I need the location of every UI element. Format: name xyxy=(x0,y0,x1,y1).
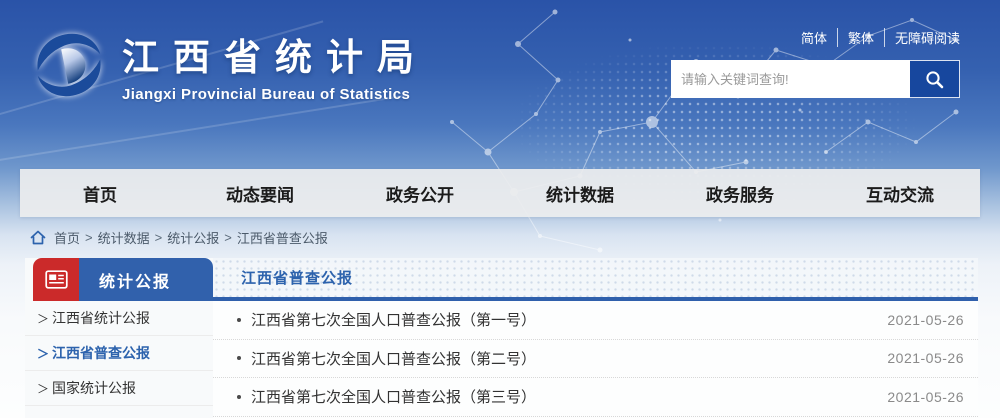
chevron-right-icon: ＞ xyxy=(37,311,50,326)
breadcrumb-item-home[interactable]: 首页 xyxy=(54,228,80,247)
chevron-right-icon: ＞ xyxy=(37,346,50,361)
bulletin-date: 2021-05-26 xyxy=(887,350,964,367)
bulletin-date: 2021-05-26 xyxy=(887,388,964,405)
lang-link-traditional[interactable]: 繁体 xyxy=(836,28,884,47)
sidebar-list: ＞ 江西省统计公报 ＞ 江西省普查公报 ＞ 国家统计公报 xyxy=(25,301,213,406)
breadcrumb-separator: > xyxy=(85,229,93,245)
nav-item-gov-disclosure[interactable]: 政务公开 xyxy=(340,169,500,217)
chevron-right-icon: ＞ xyxy=(37,381,50,396)
sidebar-item-label: 江西省统计公报 xyxy=(52,310,151,326)
bulletin-list: 江西省第七次全国人口普查公报（第一号） 2021-05-26 江西省第七次全国人… xyxy=(213,301,978,418)
breadcrumb-item-census-bulletin[interactable]: 江西省普查公报 xyxy=(237,228,328,247)
nav-item-home[interactable]: 首页 xyxy=(20,169,180,217)
main-panel: 江西省普查公报 江西省第七次全国人口普查公报（第一号） 2021-05-26 江… xyxy=(213,258,978,418)
breadcrumb-item-statistical-bulletin[interactable]: 统计公报 xyxy=(167,228,219,247)
bulletin-link-no2[interactable]: 江西省第七次全国人口普查公报（第二号） xyxy=(251,348,536,369)
breadcrumb-separator: > xyxy=(154,229,163,245)
sidebar-title: 统计公报 xyxy=(79,258,213,301)
breadcrumb-separator: > xyxy=(224,229,232,245)
sidebar-item-label: 江西省普查公报 xyxy=(52,345,151,361)
nav-item-interaction[interactable]: 互动交流 xyxy=(820,169,980,217)
search-box xyxy=(671,60,960,98)
breadcrumb: 首页 > 统计数据 > 统计公报 > 江西省普查公报 xyxy=(30,224,328,250)
search-icon xyxy=(926,70,944,88)
breadcrumb-item-statistics-data[interactable]: 统计数据 xyxy=(98,228,150,247)
brand[interactable]: 江西省统计局 Jiangxi Provincial Bureau of Stat… xyxy=(30,26,428,104)
language-links: 简体 繁体 无障碍阅读 xyxy=(671,28,960,47)
search-input[interactable] xyxy=(671,60,910,98)
sidebar-header-red-block xyxy=(33,258,79,301)
lang-link-simplified[interactable]: 简体 xyxy=(791,28,837,47)
sidebar-item-label: 国家统计公报 xyxy=(52,380,137,396)
list-item[interactable]: 江西省第七次全国人口普查公报（第三号） 2021-05-26 xyxy=(213,378,978,417)
light-streak xyxy=(0,94,408,164)
header-right: 简体 繁体 无障碍阅读 xyxy=(671,28,960,98)
list-item[interactable]: 江西省第七次全国人口普查公报（第二号） 2021-05-26 xyxy=(213,340,978,378)
list-item[interactable]: 江西省第七次全国人口普查公报（第一号） 2021-05-26 xyxy=(213,301,978,340)
bulletin-date: 2021-05-26 xyxy=(887,311,964,328)
sidebar-header: 统计公报 xyxy=(33,258,213,301)
tab-row: 江西省普查公报 xyxy=(213,258,978,301)
nav-item-gov-services[interactable]: 政务服务 xyxy=(660,169,820,217)
bullet-dot xyxy=(237,317,241,322)
lang-link-accessible-reading[interactable]: 无障碍阅读 xyxy=(883,28,960,47)
logo-icon xyxy=(37,33,101,97)
bullet-dot xyxy=(237,356,241,361)
bulletin-link-no3[interactable]: 江西省第七次全国人口普查公报（第三号） xyxy=(251,386,536,407)
sidebar-item-provincial-statistical-bulletin[interactable]: ＞ 江西省统计公报 xyxy=(25,301,213,336)
site-subtitle: Jiangxi Provincial Bureau of Statistics xyxy=(122,86,411,103)
home-icon xyxy=(30,230,46,245)
nav-item-statistics-data[interactable]: 统计数据 xyxy=(500,169,660,217)
main-nav: 首页 动态要闻 政务公开 统计数据 政务服务 互动交流 xyxy=(20,169,980,217)
sidebar-item-provincial-census-bulletin[interactable]: ＞ 江西省普查公报 xyxy=(25,336,213,371)
sidebar: 统计公报 ＞ 江西省统计公报 ＞ 江西省普查公报 ＞ 国家统计公报 xyxy=(25,258,213,418)
bulletin-link-no1[interactable]: 江西省第七次全国人口普查公报（第一号） xyxy=(251,309,536,330)
site-title: 江西省统计局 xyxy=(122,37,428,78)
tab-census-bulletin[interactable]: 江西省普查公报 xyxy=(241,267,353,288)
search-button[interactable] xyxy=(910,60,960,98)
nav-item-news[interactable]: 动态要闻 xyxy=(180,169,340,217)
sidebar-item-national-statistical-bulletin[interactable]: ＞ 国家统计公报 xyxy=(25,371,213,406)
newspaper-icon xyxy=(44,270,68,289)
content: 统计公报 ＞ 江西省统计公报 ＞ 江西省普查公报 ＞ 国家统计公报 江西省普查公… xyxy=(25,258,978,418)
bullet-dot xyxy=(237,394,241,399)
